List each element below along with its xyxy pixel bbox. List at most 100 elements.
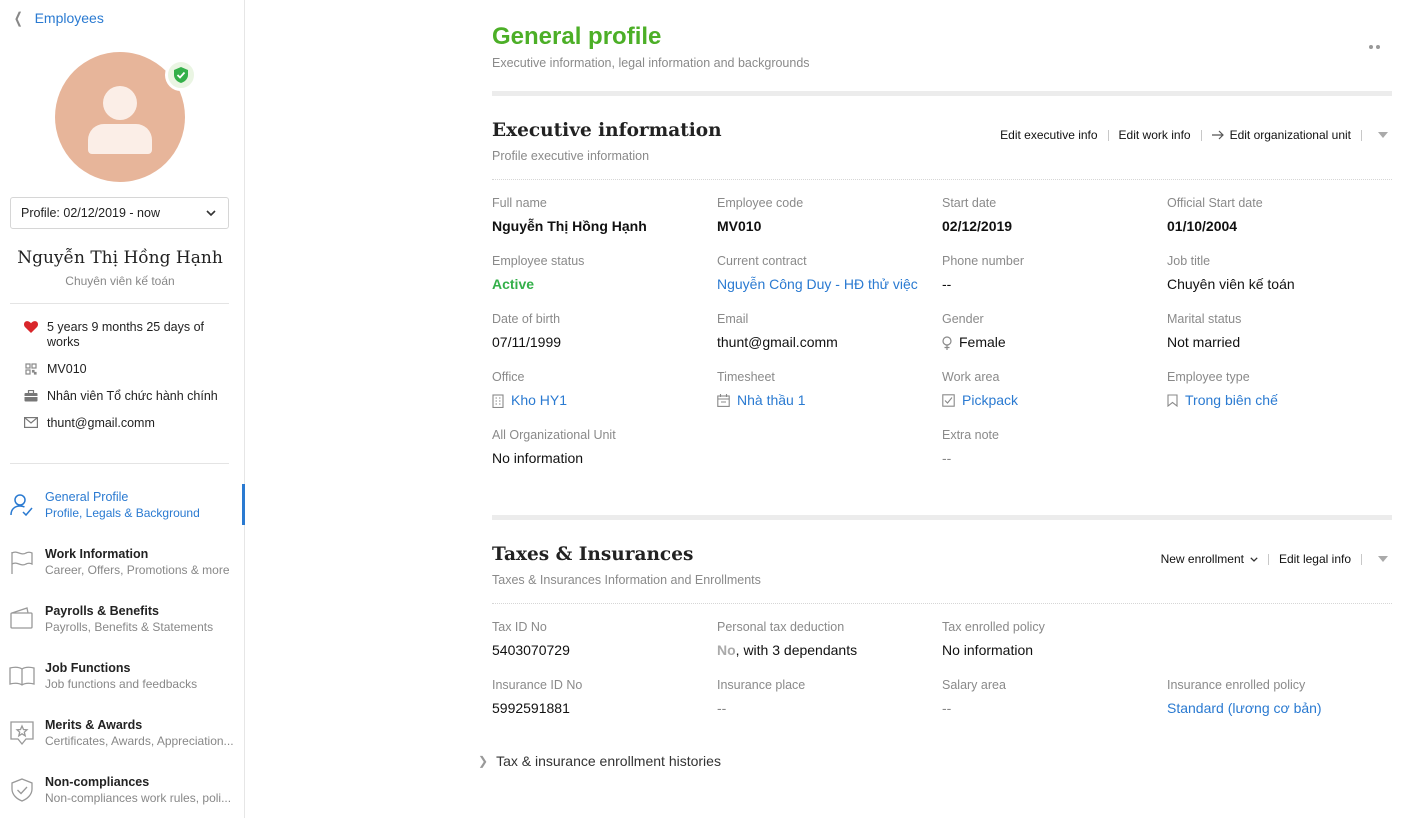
nav-item-job-functions[interactable]: Job Functions Job functions and feedback… <box>0 653 245 710</box>
current-contract-link[interactable]: Nguyễn Công Duy - HĐ thử việc <box>717 276 937 293</box>
field-label: Employee type <box>1167 370 1250 384</box>
field-label: Phone number <box>942 254 1025 268</box>
field-value: 5992591881 <box>492 700 570 716</box>
dotted-divider <box>492 603 1392 604</box>
back-to-employees-link[interactable]: ❮ Employees <box>12 9 104 27</box>
chevron-right-icon: ❯ <box>478 754 489 768</box>
status-badge: Active <box>492 276 535 292</box>
department-text: Nhân viên Tổ chức hành chính <box>47 389 218 403</box>
field-label: Office <box>492 370 525 384</box>
field-value: 02/12/2019 <box>942 218 1013 234</box>
divider <box>10 463 229 464</box>
email-text: thunt@gmail.comm <box>47 416 155 430</box>
taxes-section-title: Taxes & Insurances <box>492 544 694 565</box>
section-divider <box>492 515 1392 520</box>
page-subtitle: Executive information, legal information… <box>492 56 810 70</box>
insurance-policy-link[interactable]: Standard (lương cơ bản) <box>1167 700 1387 717</box>
taxes-actions: New enrollment Edit legal info <box>1161 552 1392 566</box>
field-employee-type: Employee type Trong biên chế <box>1167 370 1387 409</box>
more-options-button[interactable] <box>1369 36 1381 54</box>
nav-title: Job Functions <box>45 661 131 675</box>
nav-title: Payrolls & Benefits <box>45 604 159 618</box>
field-value: No information <box>942 642 1034 658</box>
nav-title: Merits & Awards <box>45 718 143 732</box>
field-value: thunt@gmail.comm <box>717 334 838 350</box>
deduction-flag: No <box>717 642 736 658</box>
female-icon <box>942 335 952 350</box>
edit-executive-info-button[interactable]: Edit executive info <box>1000 128 1097 142</box>
nav-item-non-compliances[interactable]: Non-compliances Non-compliances work rul… <box>0 767 245 818</box>
work-area-link[interactable]: Pickpack <box>942 392 1162 409</box>
field-label: Tax ID No <box>492 620 547 634</box>
ellipsis-icon <box>1369 45 1380 49</box>
office-link[interactable]: Kho HY1 <box>492 392 712 409</box>
taxes-collapse-caret-icon[interactable] <box>1378 556 1388 562</box>
new-enrollment-dropdown[interactable]: New enrollment <box>1161 552 1258 566</box>
sidebar: ❮ Employees Profile: 02/12/2019 - now Ng… <box>0 0 245 818</box>
enrollment-histories-toggle[interactable]: ❯ Tax & insurance enrollment histories <box>478 753 721 769</box>
back-label: Employees <box>34 10 104 26</box>
field-label: Current contract <box>717 254 807 268</box>
page-title: General profile <box>492 23 662 50</box>
field-label: Full name <box>492 196 547 210</box>
employee-code-text: MV010 <box>47 362 87 376</box>
separator <box>1361 129 1362 141</box>
tenure-text: 5 years 9 months 25 days of works <box>47 320 205 349</box>
field-value: -- <box>942 276 952 292</box>
department-item: Nhân viên Tổ chức hành chính <box>24 389 224 404</box>
field-label: Email <box>717 312 749 326</box>
employee-type-link[interactable]: Trong biên chế <box>1167 392 1387 409</box>
qr-code-icon <box>24 363 38 375</box>
work-area-value: Pickpack <box>962 392 1019 408</box>
timesheet-value: Nhà thầu 1 <box>737 392 806 408</box>
edit-legal-info-label: Edit legal info <box>1278 552 1351 566</box>
taxes-section-subtitle: Taxes & Insurances Information and Enrol… <box>492 573 761 587</box>
timesheet-link[interactable]: Nhà thầu 1 <box>717 392 937 409</box>
field-timesheet: Timesheet Nhà thầu 1 <box>717 370 937 409</box>
edit-organizational-unit-label: Edit organizational unit <box>1229 128 1351 142</box>
field-value: 01/10/2004 <box>1167 218 1238 234</box>
nav-subtitle: Non-compliances work rules, poli... <box>45 791 232 805</box>
field-label: Job title <box>1167 254 1211 268</box>
edit-work-info-button[interactable]: Edit work info <box>1119 128 1191 142</box>
field-label: Employee code <box>717 196 804 210</box>
nav-title: Non-compliances <box>45 775 150 789</box>
employee-type-value: Trong biên chế <box>1185 392 1278 408</box>
field-organizational-unit: All Organizational Unit No information <box>492 428 712 467</box>
nav-item-merits-awards[interactable]: Merits & Awards Certificates, Awards, Ap… <box>0 710 245 767</box>
executive-collapse-caret-icon[interactable] <box>1378 132 1388 138</box>
profile-period-dropdown[interactable]: Profile: 02/12/2019 - now <box>10 197 229 229</box>
field-label: Salary area <box>942 678 1006 692</box>
executive-section-title: Executive information <box>492 120 722 141</box>
field-insurance-place: Insurance place -- <box>717 678 937 717</box>
field-value: -- <box>942 450 952 466</box>
field-email: Email thunt@gmail.comm <box>717 312 937 351</box>
field-office: Office Kho HY1 <box>492 370 712 409</box>
field-label: Personal tax deduction <box>717 620 845 634</box>
edit-work-info-label: Edit work info <box>1118 128 1191 142</box>
enrollment-histories-label: Tax & insurance enrollment histories <box>496 753 721 769</box>
field-date-of-birth: Date of birth 07/11/1999 <box>492 312 712 351</box>
nav-item-payrolls-benefits[interactable]: Payrolls & Benefits Payrolls, Benefits &… <box>0 596 245 653</box>
heart-icon <box>24 321 38 333</box>
employee-role: Chuyên viên kế toán <box>65 274 175 288</box>
field-extra-note: Extra note -- <box>942 428 1162 467</box>
field-label: Start date <box>942 196 997 210</box>
separator <box>1267 553 1269 565</box>
field-official-start-date: Official Start date 01/10/2004 <box>1167 196 1387 235</box>
field-insurance-enrolled-policy: Insurance enrolled policy Standard (lươn… <box>1167 678 1387 717</box>
star-badge-icon <box>9 720 35 746</box>
nav-item-work-information[interactable]: Work Information Career, Offers, Promoti… <box>0 539 245 596</box>
field-marital-status: Marital status Not married <box>1167 312 1387 351</box>
tenure-item: 5 years 9 months 25 days of works <box>24 320 224 350</box>
shield-check-icon <box>9 777 35 803</box>
nav-item-general-profile[interactable]: General Profile Profile, Legals & Backgr… <box>0 482 245 539</box>
field-label: Insurance ID No <box>492 678 583 692</box>
edit-executive-info-label: Edit executive info <box>1000 128 1098 142</box>
field-value: 07/11/1999 <box>492 334 562 350</box>
field-label: Insurance enrolled policy <box>1167 678 1306 692</box>
profile-nav: General Profile Profile, Legals & Backgr… <box>0 482 245 818</box>
field-salary-area: Salary area -- <box>942 678 1162 717</box>
edit-organizational-unit-button[interactable]: Edit organizational unit <box>1211 128 1351 142</box>
edit-legal-info-button[interactable]: Edit legal info <box>1279 552 1351 566</box>
